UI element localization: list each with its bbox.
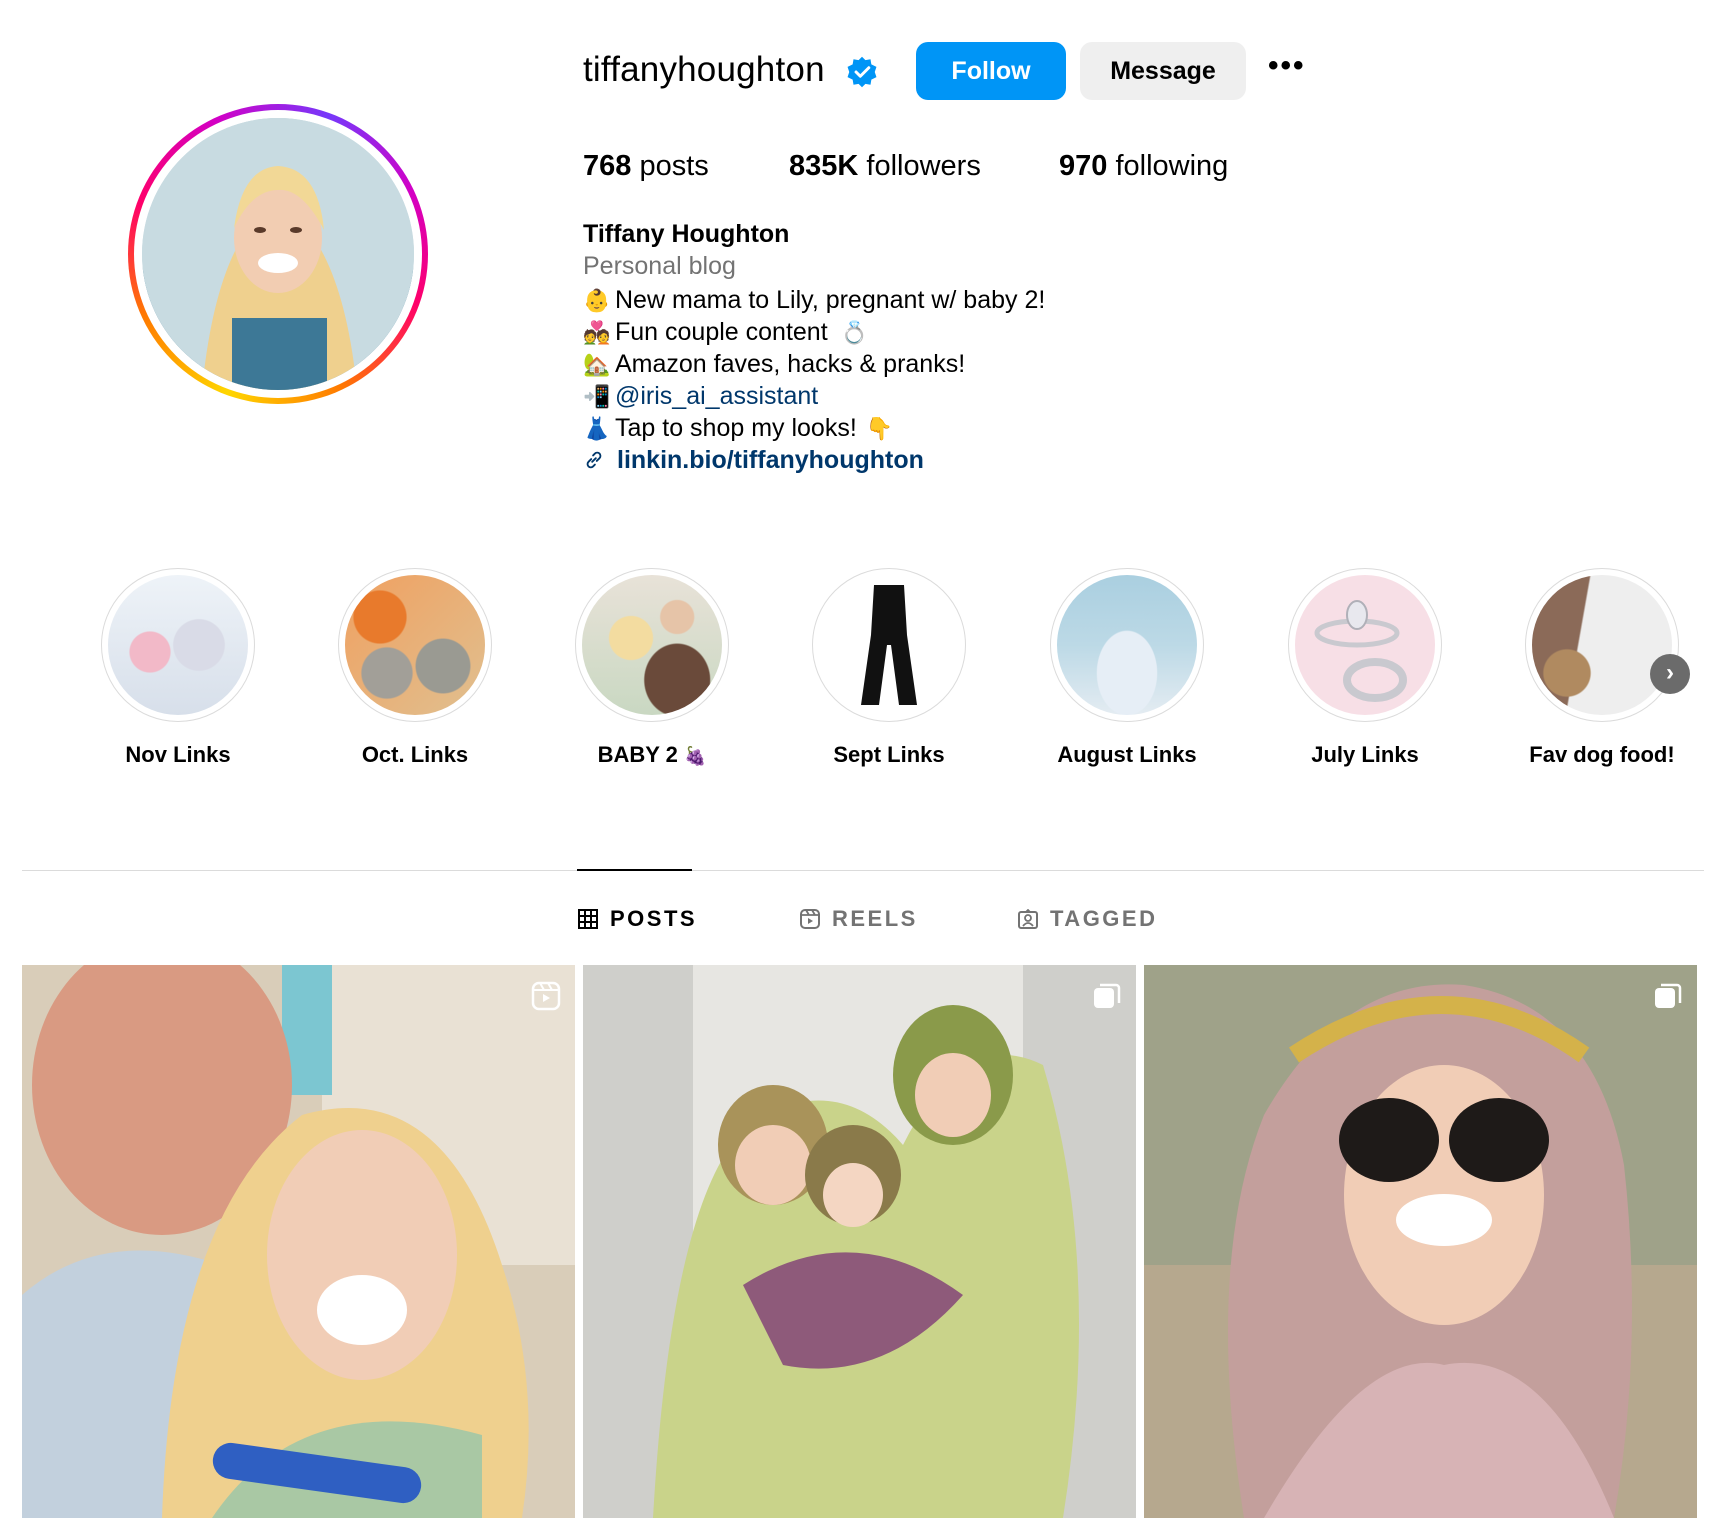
bio-link-row[interactable]: linkin.bio/tiffanyhoughton (583, 446, 924, 475)
flare-leggings-thumbnail-icon (819, 575, 959, 715)
highlight-item[interactable]: BABY 2 🍇 (557, 568, 747, 768)
dog-food-thumbnail-icon (1532, 575, 1672, 715)
link-icon (586, 451, 602, 469)
bio-line: 📲 @iris_ai_assistant (583, 382, 818, 411)
tumblers-thumbnail-icon (108, 575, 248, 715)
followers-label: followers (866, 150, 981, 182)
followers-stat[interactable]: 835K followers (789, 150, 981, 183)
grapes-emoji-icon: 🍇 (684, 746, 707, 767)
bio-line-text: Fun couple content (615, 318, 828, 346)
bio-line-text: Tap to shop my looks! (615, 414, 857, 442)
highlight-label-text: BABY 2 (597, 742, 678, 767)
highlight-label: July Links (1311, 742, 1419, 767)
tab-tagged[interactable]: TAGGED (1018, 906, 1157, 932)
house-emoji-icon: 🏡 (583, 353, 611, 378)
highlight-item[interactable]: Sept Links (794, 568, 984, 768)
verified-badge-icon (847, 56, 877, 88)
point-down-emoji-icon: 👇 (865, 417, 894, 442)
bio-external-link[interactable]: linkin.bio/tiffanyhoughton (617, 446, 924, 474)
tab-reels-label: REELS (832, 906, 918, 931)
bottles-thumbnail-icon (1057, 575, 1197, 715)
follow-button[interactable]: Follow (916, 42, 1066, 100)
post-thumbnail[interactable] (1144, 965, 1697, 1518)
post-image (22, 965, 575, 1518)
following-count: 970 (1059, 150, 1108, 182)
post-image (1144, 965, 1697, 1518)
rings-shape (1314, 600, 1407, 702)
more-options-icon[interactable]: ••• (1268, 51, 1312, 86)
bio-line-text: New mama to Lily, pregnant w/ baby 2! (615, 286, 1046, 314)
highlight-item[interactable]: July Links (1270, 568, 1460, 768)
tab-posts-label: POSTS (610, 906, 698, 931)
active-tab-indicator (577, 869, 692, 871)
tabs-divider (22, 870, 1704, 871)
highlight-ring (1288, 568, 1442, 722)
tagged-icon (1018, 909, 1038, 929)
dress-emoji-icon: 👗 (583, 417, 611, 442)
highlight-label: Oct. Links (361, 742, 469, 767)
highlight-ring (812, 568, 966, 722)
post-image (583, 965, 1136, 1518)
highlight-label: Nov Links (125, 742, 231, 767)
highlight-label: Fav dog food! (1529, 742, 1675, 767)
highlight-ring (101, 568, 255, 722)
highlight-item[interactable]: Oct. Links (320, 568, 510, 768)
highlight-label: BABY 2 🍇 (557, 742, 747, 768)
following-stat[interactable]: 970 following (1059, 150, 1228, 183)
profile-username: tiffanyhoughton (583, 50, 825, 89)
posts-count-stat: 768 posts (583, 150, 709, 183)
highlight-ring (338, 568, 492, 722)
bio-full-name: Tiffany Houghton (583, 220, 790, 248)
highlight-ring (1525, 568, 1679, 722)
highlight-ring (1050, 568, 1204, 722)
bio-line: 👗 Tap to shop my looks! 👇 (583, 414, 898, 443)
highlight-item[interactable]: August Links (1032, 568, 1222, 768)
couple-emoji-icon: 💑 (583, 321, 611, 346)
bio-line: 👶 New mama to Lily, pregnant w/ baby 2! (583, 286, 1045, 315)
post-thumbnail[interactable] (22, 965, 575, 1518)
highlight-item[interactable]: Nov Links (83, 568, 273, 768)
posts-count: 768 (583, 150, 632, 182)
phone-arrow-emoji-icon: 📲 (583, 385, 611, 410)
message-button[interactable]: Message (1080, 42, 1246, 100)
highlight-label: August Links (1057, 742, 1197, 767)
grid-icon (578, 909, 598, 929)
bio-category: Personal blog (583, 252, 736, 280)
baby-emoji-icon: 👶 (583, 289, 611, 314)
sneakers-pumpkins-thumbnail-icon (345, 575, 485, 715)
highlights-next-chevron-icon[interactable]: › (1650, 654, 1690, 694)
profile-avatar-ring[interactable] (128, 104, 428, 404)
bio-line: 💑 Fun couple content 💍 (583, 318, 873, 347)
bio-line-text: Amazon faves, hacks & pranks! (615, 350, 966, 378)
bio-mention-link[interactable]: @iris_ai_assistant (615, 382, 818, 410)
rings-thumbnail-icon (1295, 575, 1435, 715)
avatar[interactable] (142, 118, 414, 390)
reels-icon (800, 909, 820, 929)
carousel-badge-icon (1655, 983, 1682, 1008)
highlight-label: Sept Links (833, 742, 945, 767)
tab-tagged-label: TAGGED (1050, 906, 1158, 931)
post-thumbnail[interactable] (583, 965, 1136, 1518)
tab-posts[interactable]: POSTS (578, 906, 697, 932)
carousel-badge-icon (1094, 983, 1121, 1008)
following-label: following (1115, 150, 1229, 182)
tab-reels[interactable]: REELS (800, 906, 918, 932)
reel-badge-icon (531, 981, 561, 1011)
followers-count: 835K (789, 150, 859, 182)
ring-emoji-icon: 💍 (840, 321, 869, 346)
highlight-ring (575, 568, 729, 722)
couple-selfie-thumbnail-icon (582, 575, 722, 715)
leggings-shape (861, 585, 917, 705)
posts-label: posts (639, 150, 709, 182)
avatar-photo (142, 118, 414, 390)
bio-line: 🏡 Amazon faves, hacks & pranks! (583, 350, 965, 379)
